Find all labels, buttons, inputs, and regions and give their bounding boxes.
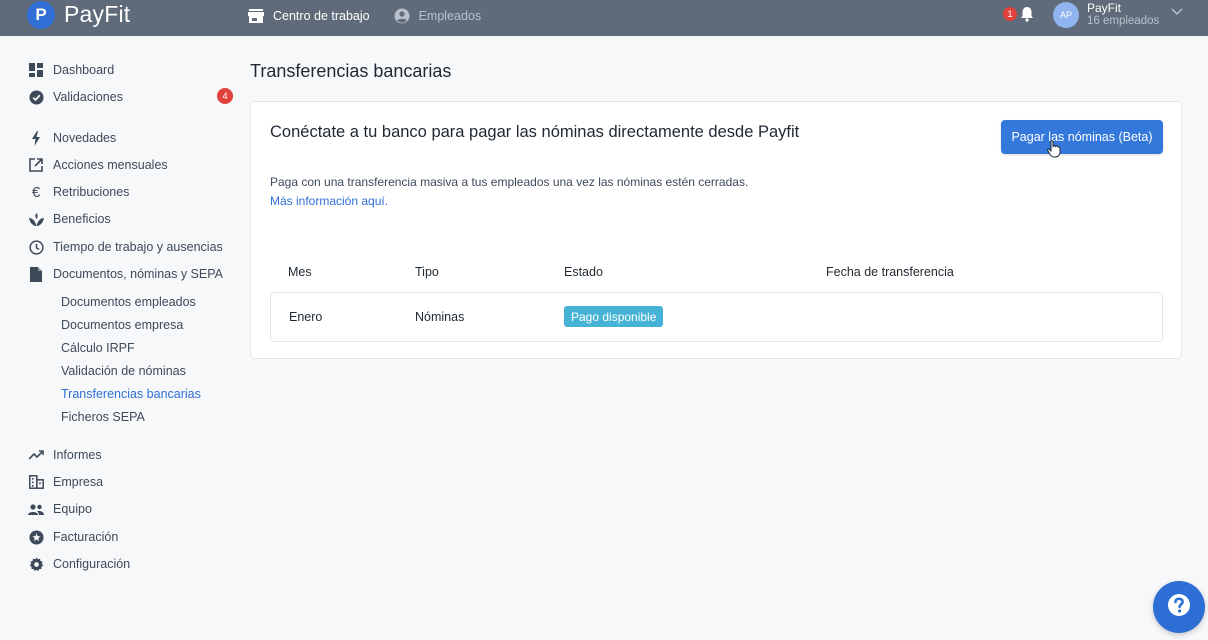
help-button[interactable] <box>1153 581 1205 633</box>
sidebar-item-label: Equipo <box>53 502 92 516</box>
sidebar-item-documents[interactable]: Documentos, nóminas y SEPA <box>28 265 223 283</box>
sidebar-item-label: Informes <box>53 448 102 462</box>
sidebar-subitem-employee-docs[interactable]: Documentos empleados <box>61 295 196 309</box>
top-nav: Centro de trabajo Empleados <box>248 0 505 32</box>
notifications[interactable]: 1 <box>1003 6 1034 22</box>
sidebar-item-label: Novedades <box>53 131 117 145</box>
app-name: PayFit <box>64 0 131 27</box>
sidebar-item-label: Empresa <box>53 475 104 489</box>
check-circle-icon <box>28 89 44 105</box>
sidebar-item-label: Documentos, nóminas y SEPA <box>53 267 223 281</box>
sidebar-subitem-payroll-validation[interactable]: Validación de nóminas <box>61 364 186 378</box>
sidebar: Dashboard Validaciones 4 Novedades Accio… <box>0 36 240 640</box>
sidebar-subitem-bank-transfers[interactable]: Transferencias bancarias <box>61 387 201 401</box>
sidebar-item-label: Acciones mensuales <box>53 158 168 172</box>
external-edit-icon <box>28 157 44 173</box>
card-description: Paga con una transferencia masiva a tus … <box>270 175 749 189</box>
sidebar-item-company[interactable]: Empresa <box>28 473 103 491</box>
nav-employees-label: Empleados <box>418 9 482 23</box>
sidebar-item-news[interactable]: Novedades <box>28 129 116 147</box>
sidebar-item-benefits[interactable]: Beneficios <box>28 210 111 228</box>
sidebar-subitem-sepa-files[interactable]: Ficheros SEPA <box>61 410 145 424</box>
column-header-type: Tipo <box>415 265 439 279</box>
sidebar-item-label: Tiempo de trabajo y ausencias <box>53 240 223 254</box>
bell-icon[interactable] <box>1020 6 1034 22</box>
gear-icon <box>28 556 44 572</box>
sidebar-item-time[interactable]: Tiempo de trabajo y ausencias <box>28 238 223 256</box>
bank-transfer-card: Conéctate a tu banco para pagar las nómi… <box>250 101 1182 359</box>
status-badge: Pago disponible <box>564 306 664 327</box>
bolt-icon <box>28 130 44 146</box>
building-icon <box>28 474 44 490</box>
validations-badge: 4 <box>217 88 233 104</box>
sidebar-item-label: Validaciones <box>53 90 123 104</box>
sidebar-item-compensation[interactable]: € Retribuciones <box>28 183 130 201</box>
pay-payroll-button[interactable]: Pagar las nóminas (Beta) <box>1001 120 1163 154</box>
nav-employees[interactable]: Empleados <box>394 8 482 24</box>
dashboard-icon <box>28 62 44 78</box>
sidebar-item-settings[interactable]: Configuración <box>28 555 130 573</box>
user-circle-icon <box>394 8 410 24</box>
sidebar-item-billing[interactable]: Facturación <box>28 528 118 546</box>
account-name: PayFit <box>1087 1 1122 15</box>
sidebar-item-team[interactable]: Equipo <box>28 500 92 518</box>
sidebar-subitem-company-docs[interactable]: Documentos empresa <box>61 318 183 332</box>
hand-cursor-icon <box>1047 140 1061 163</box>
benefits-icon <box>28 211 44 227</box>
sidebar-item-dashboard[interactable]: Dashboard <box>28 61 114 79</box>
app-logo[interactable]: P PayFit <box>27 1 130 29</box>
star-badge-icon <box>28 529 44 545</box>
column-header-transfer-date: Fecha de transferencia <box>826 265 954 279</box>
sidebar-item-label: Dashboard <box>53 63 115 77</box>
sidebar-subitem-irpf[interactable]: Cálculo IRPF <box>61 341 135 355</box>
sidebar-item-label: Beneficios <box>53 212 111 226</box>
sidebar-item-label: Retribuciones <box>53 185 130 199</box>
payfit-logo-icon: P <box>27 1 55 29</box>
account-menu[interactable]: AP PayFit 16 empleados <box>1053 2 1183 28</box>
sidebar-item-reports[interactable]: Informes <box>28 446 102 464</box>
sidebar-item-label: Facturación <box>53 530 119 544</box>
team-icon <box>28 501 44 517</box>
sidebar-item-monthly-actions[interactable]: Acciones mensuales <box>28 156 168 174</box>
document-icon <box>28 266 44 282</box>
nav-workplace-label: Centro de trabajo <box>273 9 370 23</box>
notification-count-badge: 1 <box>1003 7 1017 21</box>
store-icon <box>248 9 264 23</box>
account-subtitle: 16 empleados <box>1087 15 1160 27</box>
help-icon <box>1166 592 1192 623</box>
column-header-status: Estado <box>564 265 603 279</box>
cell-month: Enero <box>289 310 323 324</box>
chevron-down-icon[interactable] <box>1171 8 1183 16</box>
clock-icon <box>28 239 44 255</box>
avatar: AP <box>1053 2 1079 28</box>
sidebar-item-label: Configuración <box>53 557 131 571</box>
column-header-month: Mes <box>288 265 312 279</box>
table-row[interactable]: Enero Nóminas Pago disponible <box>270 292 1163 342</box>
card-heading: Conéctate a tu banco para pagar las nómi… <box>270 123 800 141</box>
trending-up-icon <box>28 447 44 463</box>
nav-workplace[interactable]: Centro de trabajo <box>248 9 370 23</box>
euro-icon: € <box>31 183 41 201</box>
account-info: PayFit 16 empleados <box>1087 2 1159 28</box>
sidebar-item-validations[interactable]: Validaciones <box>28 88 123 106</box>
more-info-link[interactable]: Más información aquí. <box>270 194 388 208</box>
cell-type: Nóminas <box>415 310 465 324</box>
page-title: Transferencias bancarias <box>250 61 452 81</box>
top-bar: P PayFit Centro de trabajo Empleados 1 A… <box>0 0 1208 36</box>
